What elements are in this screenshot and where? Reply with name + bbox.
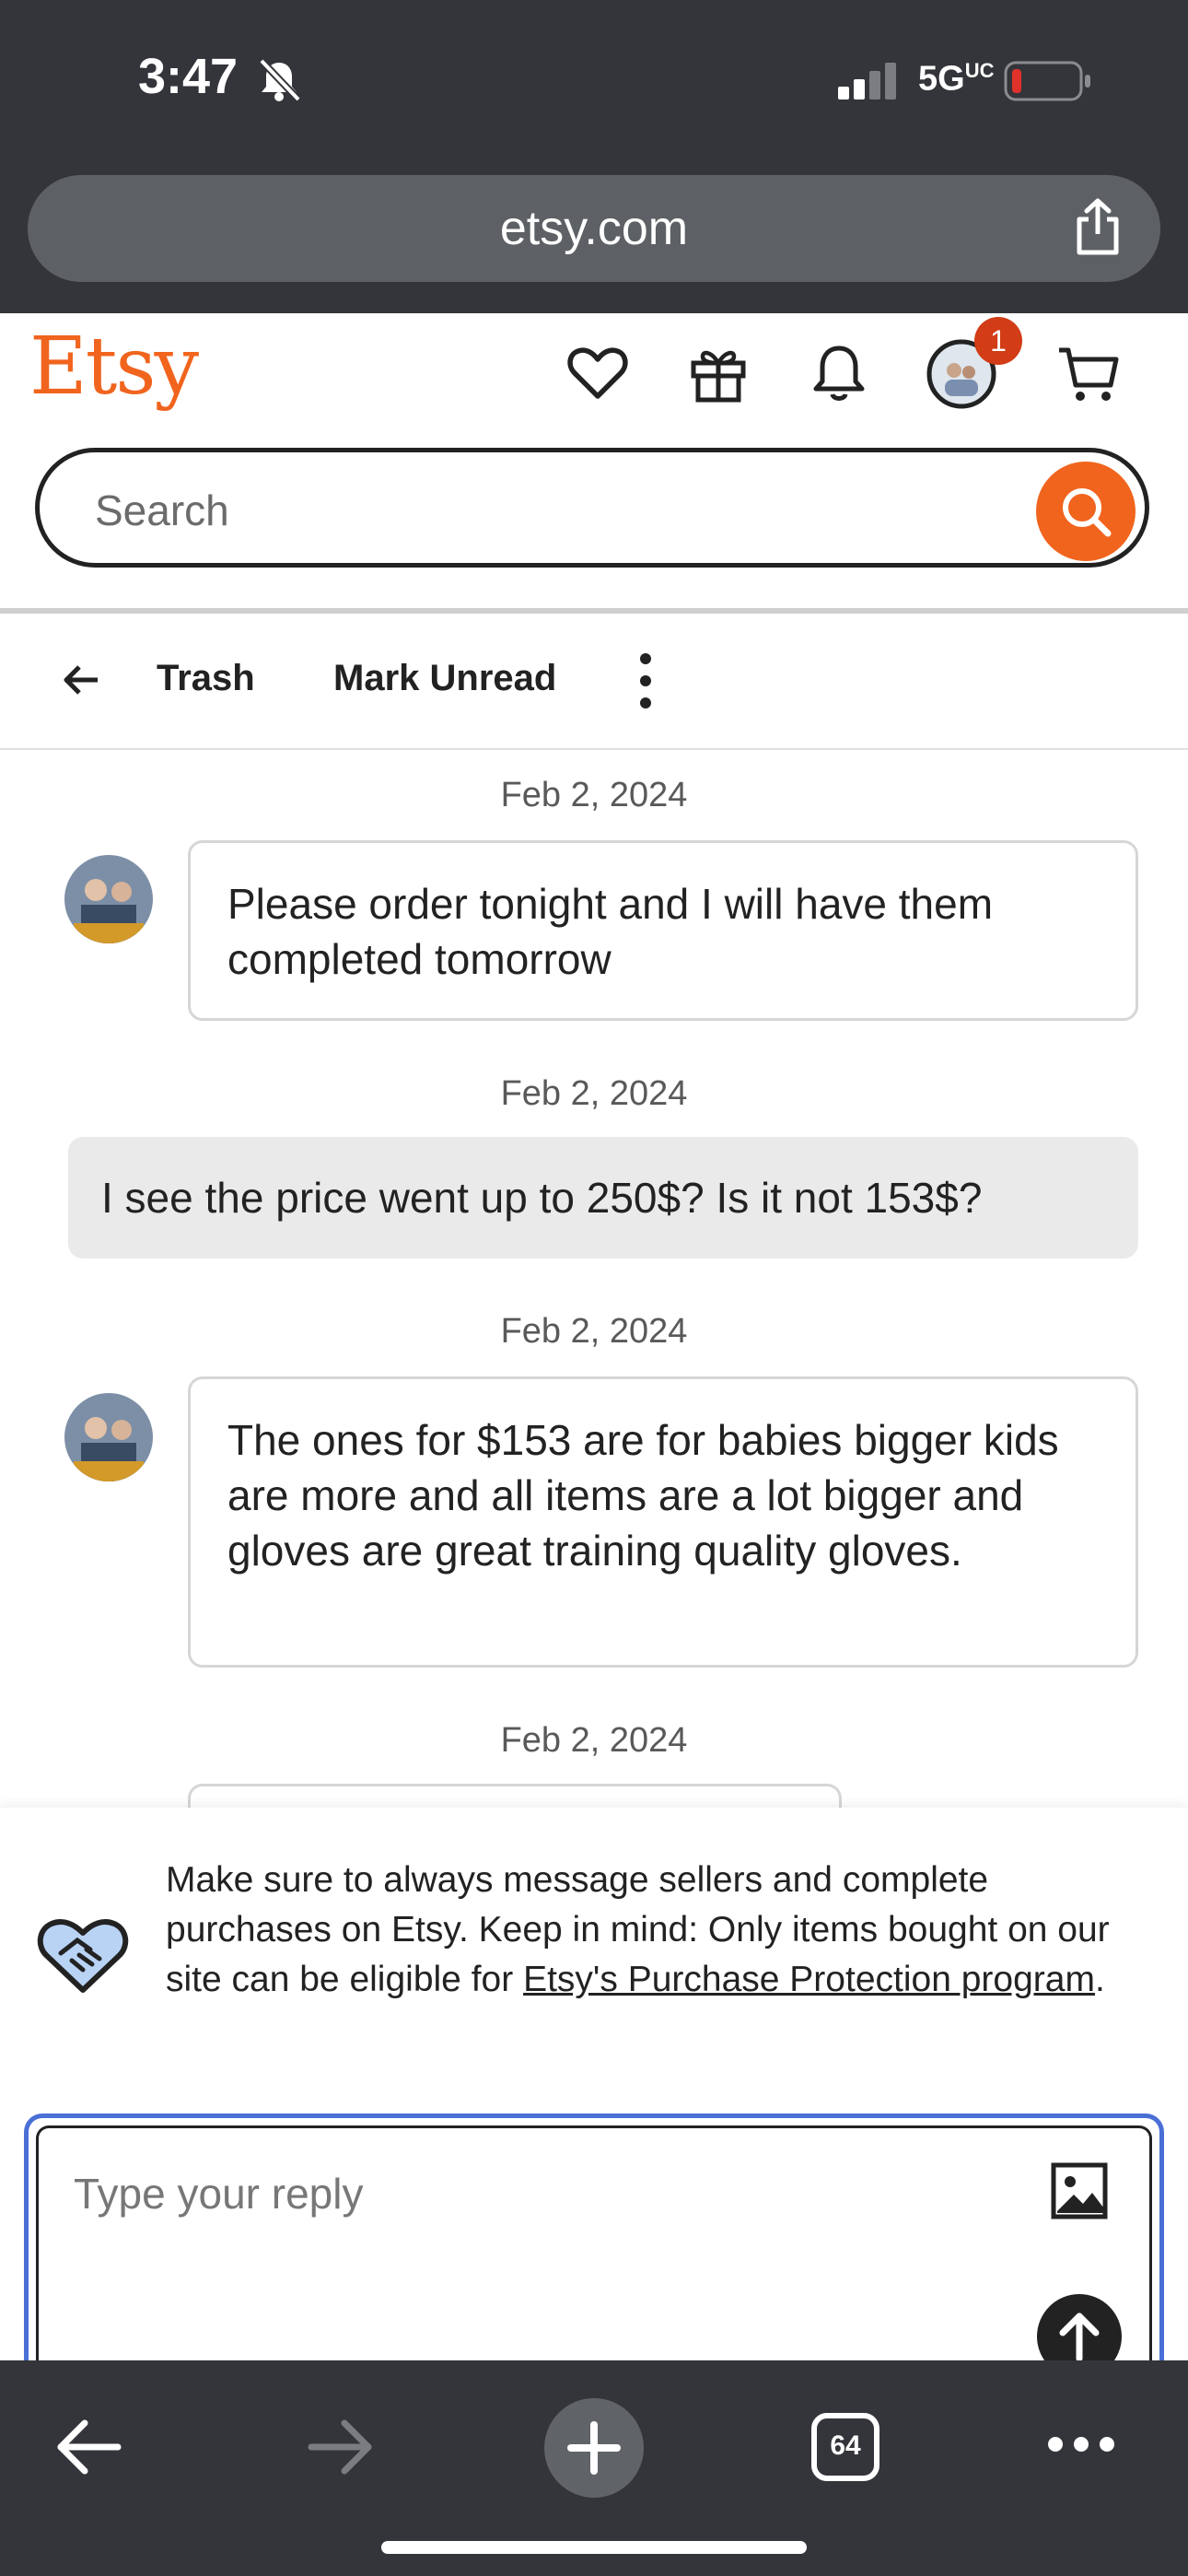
signal-icon: [838, 61, 899, 104]
url-text: etsy.com: [499, 202, 689, 255]
share-icon[interactable]: [1072, 197, 1124, 261]
reply-panel: Make sure to always message sellers and …: [0, 1808, 1188, 2379]
search-bar: [35, 448, 1149, 568]
message-date: Feb 2, 2024: [500, 776, 688, 814]
seller-message: The ones for $153 are for babies bigger …: [188, 1376, 1138, 1668]
more-options-icon[interactable]: [632, 650, 659, 716]
forward-icon[interactable]: [306, 2418, 376, 2481]
status-time: 3:47: [138, 49, 239, 104]
buyer-message: I see the price went up to 250$? Is it n…: [68, 1137, 1138, 1259]
home-indicator: [381, 2541, 807, 2554]
message-date: Feb 2, 2024: [500, 1721, 688, 1760]
etsy-logo[interactable]: Etsy: [29, 321, 199, 413]
bell-off-icon: [256, 57, 302, 108]
seller-avatar: [64, 1393, 153, 1481]
new-tab-icon[interactable]: [543, 2397, 645, 2503]
url-bar[interactable]: etsy.com: [28, 175, 1160, 282]
network-type: 5GUC: [918, 59, 995, 99]
mark-unread-button[interactable]: Mark Unread: [333, 658, 556, 699]
image-icon[interactable]: [1050, 2161, 1109, 2225]
reply-box: [36, 2125, 1152, 2379]
battery-low-icon: [1004, 61, 1092, 106]
search-input[interactable]: [93, 484, 1018, 537]
tab-count: 64: [830, 2430, 861, 2461]
message-date: Feb 2, 2024: [500, 1074, 688, 1113]
site-header: Etsy 1: [0, 313, 1188, 608]
conversation-toolbar: Trash Mark Unread: [0, 614, 1188, 750]
search-button[interactable]: [1036, 462, 1136, 561]
purchase-protection-link[interactable]: Etsy's Purchase Protection program: [523, 1960, 1095, 1999]
reply-input[interactable]: [72, 2165, 904, 2222]
search-icon: [1063, 488, 1112, 537]
back-arrow-icon[interactable]: [61, 660, 101, 705]
tabs-icon[interactable]: 64: [810, 2412, 880, 2482]
seller-message: Please order tonight and I will have the…: [188, 840, 1138, 1021]
bell-icon[interactable]: [807, 341, 871, 410]
trash-button[interactable]: Trash: [157, 658, 255, 699]
notification-badge: 1: [974, 317, 1022, 365]
message-date: Feb 2, 2024: [500, 1312, 688, 1351]
seller-avatar: [64, 855, 153, 943]
purchase-protection-notice: Make sure to always message sellers and …: [166, 1860, 1110, 1999]
gift-icon[interactable]: [686, 341, 751, 410]
heart-icon[interactable]: [565, 341, 630, 410]
cart-icon[interactable]: [1055, 341, 1122, 410]
back-icon[interactable]: [53, 2418, 123, 2481]
reply-box-focus-ring: [24, 2113, 1164, 2379]
handshake-icon: [37, 1913, 129, 2000]
status-bar: 3:47 5GUC etsy.com: [0, 0, 1188, 313]
more-icon[interactable]: [1046, 2434, 1116, 2459]
